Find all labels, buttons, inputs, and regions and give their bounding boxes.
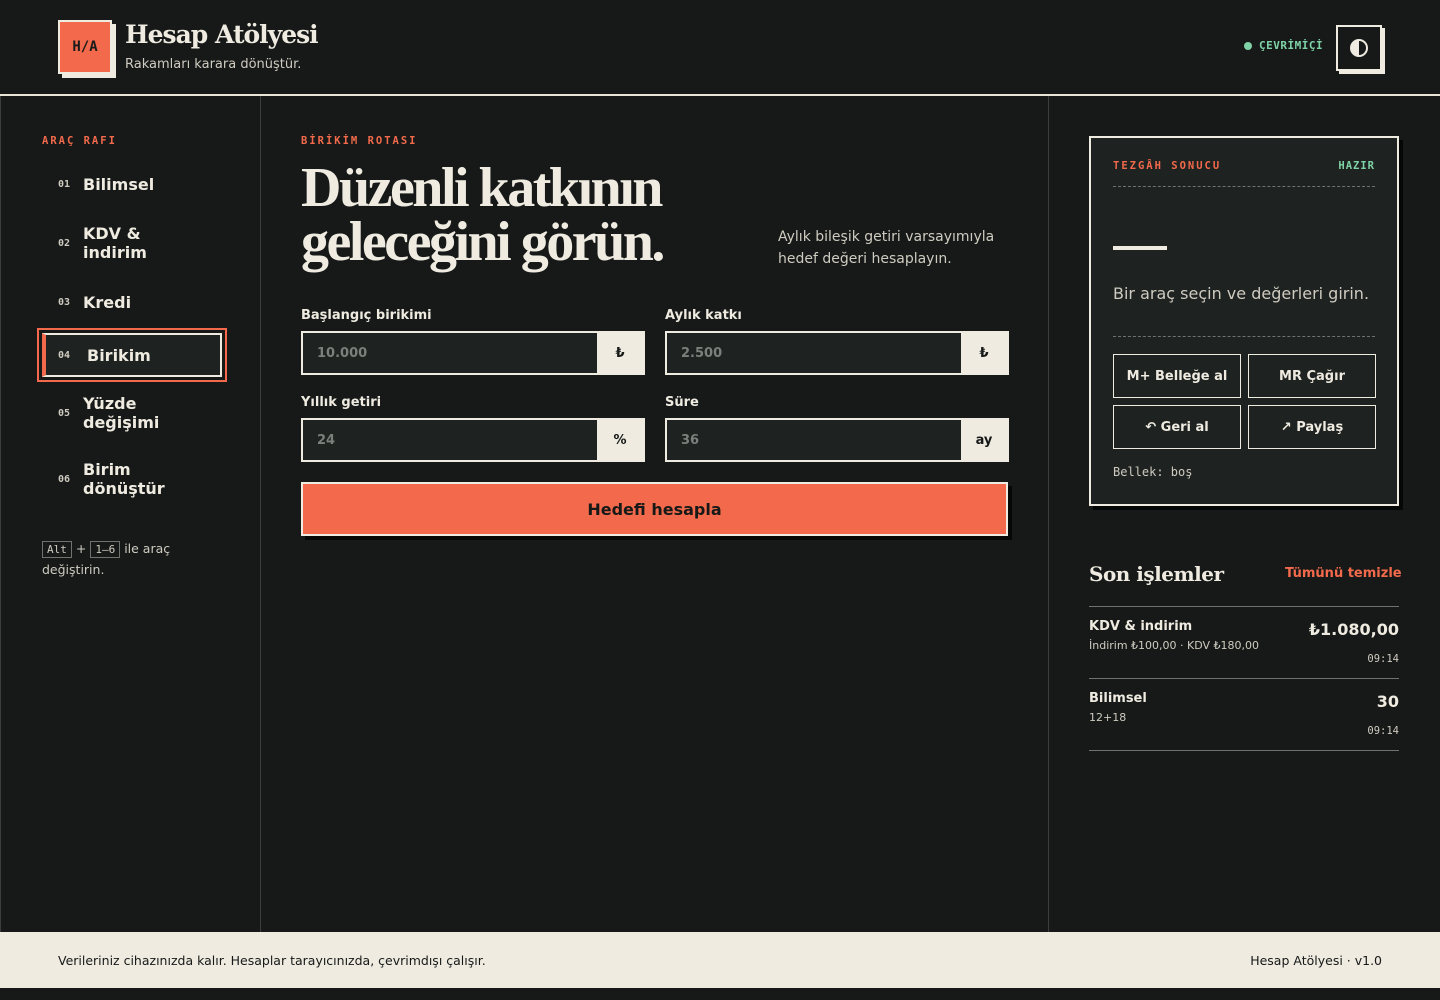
app-header: H/A Hesap Atölyesi Rakamları karara dönü… xyxy=(0,0,1440,96)
sidebar-item-number: 05 xyxy=(58,407,71,419)
sidebar-item-number: 03 xyxy=(58,296,71,308)
history-item-time: 09:14 xyxy=(1367,725,1399,737)
sidebar-item-birim[interactable]: 06 Birim dönüştür xyxy=(42,460,222,498)
history-item-time: 09:14 xyxy=(1367,653,1399,665)
sidebar-item-kdv[interactable]: 02 KDV & indirim xyxy=(42,224,192,262)
result-card: TEZGÂH SONUCU HAZIR Bir araç seçin ve de… xyxy=(1089,136,1399,506)
sidebar-item-birikim[interactable]: 04 Birikim xyxy=(37,328,227,382)
history-item[interactable]: KDV & indirim İndirim ₺100,00 · KDV ₺180… xyxy=(1089,606,1399,678)
history-item-detail: İndirim ₺100,00 · KDV ₺180,00 xyxy=(1089,639,1260,652)
sidebar-item-yuzde[interactable]: 05 Yüzde değişimi xyxy=(42,394,222,432)
annual-return-label: Yıllık getiri xyxy=(301,395,382,410)
sidebar-item-number: 04 xyxy=(58,349,71,361)
duration-field: ay xyxy=(665,418,1009,462)
divider xyxy=(1089,750,1399,751)
divider xyxy=(1113,336,1375,337)
initial-savings-label: Başlangıç birikimi xyxy=(301,308,432,323)
app-footer: Verileriniz cihazınızda kalır. Hesaplar … xyxy=(0,932,1440,988)
contrast-icon xyxy=(1350,39,1368,57)
sidebar-item-label: Kredi xyxy=(83,292,132,312)
calculate-target-button[interactable]: Hedefi hesapla xyxy=(301,482,1008,536)
monthly-contribution-input[interactable] xyxy=(667,333,961,373)
currency-unit: ₺ xyxy=(597,333,643,373)
sidebar-item-bilimsel[interactable]: 01 Bilimsel xyxy=(42,174,222,194)
currency-unit: ₺ xyxy=(961,333,1007,373)
result-hint: Bir araç seçin ve değerleri girin. xyxy=(1113,284,1370,303)
percent-unit: % xyxy=(597,420,643,460)
section-eyebrow: BİRİKİM ROTASI xyxy=(301,135,418,147)
clear-history-button[interactable]: Tümünü temizle xyxy=(1285,566,1402,581)
result-status: HAZIR xyxy=(1338,160,1375,172)
undo-button[interactable]: ↶ Geri al xyxy=(1113,405,1241,449)
monthly-contribution-field: ₺ xyxy=(665,331,1009,375)
annual-return-input[interactable] xyxy=(303,420,597,460)
divider xyxy=(1113,186,1375,187)
app-subtitle: Rakamları karara dönüştür. xyxy=(125,57,302,72)
monthly-contribution-label: Aylık katkı xyxy=(665,308,742,323)
empty-result-dash xyxy=(1113,246,1167,250)
page-title: Düzenli katkının geleceğini görün. xyxy=(301,157,665,273)
sidebar-item-label: Yüzde değişimi xyxy=(83,394,160,432)
status-dot-icon xyxy=(1244,41,1252,50)
kbd-range: 1–6 xyxy=(90,541,121,558)
sidebar-item-number: 06 xyxy=(58,473,71,485)
tool-sidebar: ARAÇ RAFI 01 Bilimsel 02 KDV & indirim 0… xyxy=(0,96,261,932)
memory-status: Bellek: boş xyxy=(1113,465,1193,479)
duration-input[interactable] xyxy=(667,420,961,460)
history-item[interactable]: Bilimsel 12+18 30 09:14 xyxy=(1089,678,1399,750)
share-button[interactable]: ↗ Paylaş xyxy=(1248,405,1376,449)
sidebar-item-kredi[interactable]: 03 Kredi xyxy=(42,292,222,312)
history-title: Son işlemler xyxy=(1089,562,1224,586)
privacy-note: Verileriniz cihazınızda kalır. Hesaplar … xyxy=(58,952,486,968)
sidebar-item-label: KDV & indirim xyxy=(83,224,147,262)
history-item-detail: 12+18 xyxy=(1089,711,1127,724)
kbd-plus: + xyxy=(75,541,87,556)
initial-savings-field: ₺ xyxy=(301,331,645,375)
memory-recall-button[interactable]: MR Çağır xyxy=(1248,354,1376,398)
sidebar-item-number: 01 xyxy=(58,178,71,190)
online-status: ÇEVRİMİÇİ xyxy=(1244,39,1323,52)
initial-savings-input[interactable] xyxy=(303,333,597,373)
theme-toggle-button[interactable] xyxy=(1336,25,1382,71)
sidebar-item-number: 02 xyxy=(58,237,71,249)
kbd-alt: Alt xyxy=(42,541,72,558)
history-item-value: 30 xyxy=(1376,692,1399,711)
annual-return-field: % xyxy=(301,418,645,462)
month-unit: ay xyxy=(961,420,1007,460)
sidebar-item-label: Birikim xyxy=(87,345,151,365)
sidebar-section-label: ARAÇ RAFI xyxy=(42,135,117,147)
history-item-name: Bilimsel xyxy=(1089,691,1147,706)
status-label: ÇEVRİMİÇİ xyxy=(1259,39,1324,52)
history-item-value: ₺1.080,00 xyxy=(1308,620,1399,639)
keyboard-shortcut-hint: Alt + 1–6 ile araç değiştirin. xyxy=(42,539,232,580)
version-label: Hesap Atölyesi · v1.0 xyxy=(1250,952,1382,968)
duration-label: Süre xyxy=(665,395,699,410)
sidebar-item-label: Birim dönüştür xyxy=(83,460,165,498)
history-item-name: KDV & indirim xyxy=(1089,619,1193,634)
result-card-label: TEZGÂH SONUCU xyxy=(1113,160,1222,172)
memory-add-button[interactable]: M+ Belleğe al xyxy=(1113,354,1241,398)
main-panel: BİRİKİM ROTASI Düzenli katkının geleceği… xyxy=(261,96,1049,932)
logo: H/A xyxy=(58,20,112,74)
sidebar-item-label: Bilimsel xyxy=(83,174,155,194)
app-title: Hesap Atölyesi xyxy=(125,20,319,49)
page-description: Aylık bileşik getiri varsayımıyla hedef … xyxy=(778,229,995,267)
right-panel: TEZGÂH SONUCU HAZIR Bir araç seçin ve de… xyxy=(1049,96,1440,932)
